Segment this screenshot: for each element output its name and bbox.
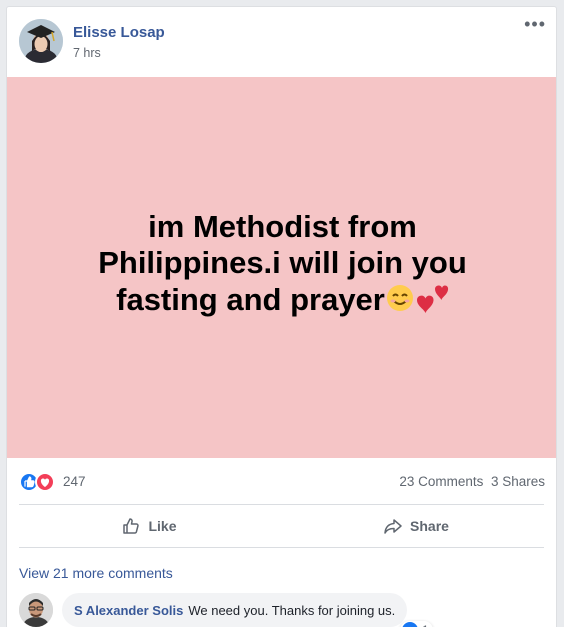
comments-count[interactable]: 23 Comments [399,474,483,489]
like-label: Like [148,518,177,534]
love-reaction-icon [35,472,55,492]
share-label: Share [410,518,449,534]
commenter-avatar[interactable] [19,593,53,627]
divider [19,504,544,505]
comment-reaction-badge[interactable]: 1 [400,621,433,627]
post-text-banner: im Methodist from Philippines.i will joi… [7,77,556,458]
shares-count[interactable]: 3 Shares [491,474,545,489]
user-avatar-icon [19,593,53,627]
post-card: Elisse Losap 7 hrs ••• im Methodist from… [6,6,557,627]
reaction-count[interactable]: 247 [63,474,86,489]
two-hearts-icon [415,281,449,323]
post-actions: Like Share [7,506,556,546]
more-options-icon[interactable]: ••• [524,15,546,33]
share-button[interactable]: Share [286,506,546,546]
graduate-avatar-icon [19,19,63,63]
comment-reaction-count: 1 [422,623,429,627]
smiling-face-icon [385,283,415,321]
comment-bubble: S Alexander Solis We need you. Thanks fo… [62,593,408,627]
post-header: Elisse Losap 7 hrs ••• [7,7,556,77]
comments-section: View 21 more comments S Alexander Solis … [7,548,556,627]
thumbs-up-icon [123,518,140,534]
post-stats: 247 23 Comments 3 Shares [7,459,556,505]
like-button[interactable]: Like [19,506,279,546]
post-timestamp[interactable]: 7 hrs [73,46,101,60]
author-name[interactable]: Elisse Losap [73,24,165,41]
share-arrow-icon [384,519,402,534]
view-more-comments-link[interactable]: View 21 more comments [19,565,173,581]
reaction-icons[interactable] [19,472,63,492]
comment-author[interactable]: S Alexander Solis [74,603,183,618]
comment-share-counts: 23 Comments 3 Shares [399,474,545,489]
banner-text-block: im Methodist from Philippines.i will joi… [73,209,493,323]
comment-text: We need you. Thanks for joining us. [188,602,396,618]
author-avatar[interactable] [19,19,63,63]
like-reaction-icon [402,622,418,627]
